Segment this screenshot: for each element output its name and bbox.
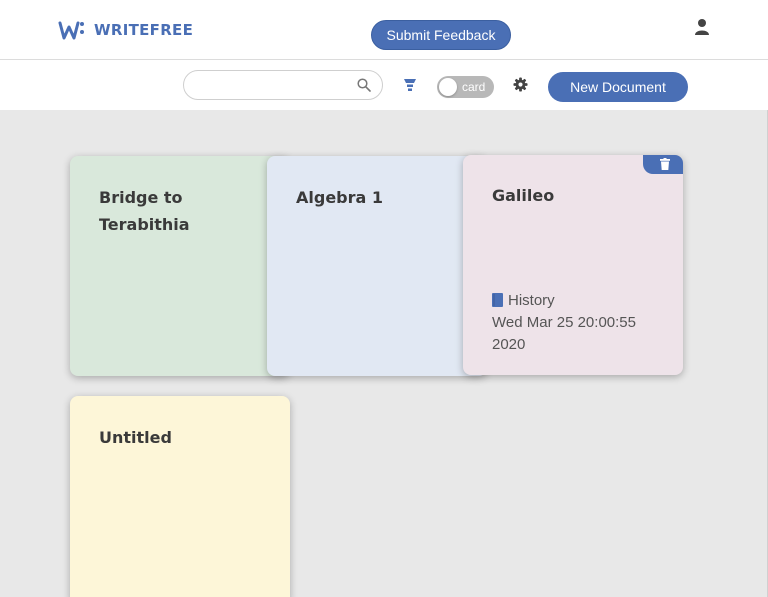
view-mode-toggle[interactable]: card	[437, 76, 494, 98]
filter-icon[interactable]	[403, 78, 417, 92]
document-date: Wed Mar 25 20:00:55 2020	[492, 314, 636, 353]
new-document-button[interactable]: New Document	[548, 72, 688, 102]
trash-icon	[660, 158, 670, 170]
search-icon[interactable]	[357, 78, 371, 92]
document-card[interactable]: Bridge to Terabithia	[70, 156, 290, 376]
document-title: Untitled	[99, 428, 172, 447]
delete-document-button[interactable]	[643, 155, 683, 174]
search-box[interactable]	[183, 70, 383, 100]
document-card[interactable]: Algebra 1	[267, 156, 487, 376]
document-subject: History	[492, 290, 662, 312]
user-icon[interactable]	[693, 18, 711, 36]
document-card[interactable]: Galileo History Wed Mar 25 20:00:55 2020	[463, 155, 683, 375]
document-toolbar: card New Document	[0, 61, 768, 110]
document-title: Algebra 1	[296, 188, 384, 207]
document-title: Galileo	[492, 186, 555, 205]
writefree-logo-icon	[58, 21, 84, 40]
document-title: Bridge to Terabithia	[99, 188, 190, 234]
search-input[interactable]	[196, 76, 356, 96]
book-icon	[492, 293, 503, 307]
top-navbar: WRITEFREE Submit Feedback	[0, 0, 768, 60]
document-subject-label: History	[508, 292, 555, 309]
document-card[interactable]: Untitled	[70, 396, 290, 597]
view-mode-label: card	[462, 80, 486, 94]
toggle-knob[interactable]	[439, 78, 457, 96]
gear-icon[interactable]	[513, 77, 528, 92]
brand-name: WRITEFREE	[94, 21, 194, 39]
app-logo[interactable]: WRITEFREE	[58, 17, 193, 43]
submit-feedback-button[interactable]: Submit Feedback	[371, 20, 511, 50]
document-meta: History Wed Mar 25 20:00:55 2020	[492, 290, 662, 356]
